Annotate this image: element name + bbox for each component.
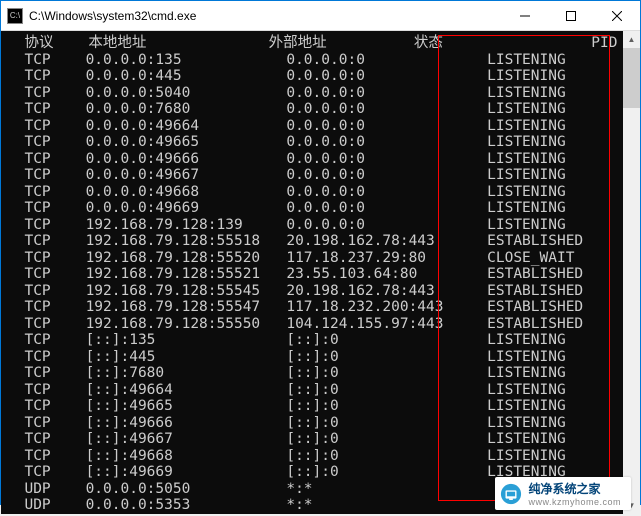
logo-icon <box>500 483 522 505</box>
watermark-title: 纯净系统之家 <box>528 480 621 497</box>
cmd-window: C:\ C:\Windows\system32\cmd.exe 协议 本地地址 … <box>0 0 641 505</box>
window-controls <box>502 1 640 31</box>
scroll-thumb[interactable] <box>623 48 640 108</box>
close-button[interactable] <box>594 1 640 31</box>
console-area: 协议 本地地址 外部地址 状态 PID TCP 0.0.0.0:135 0.0.… <box>1 31 640 514</box>
minimize-button[interactable] <box>502 1 548 31</box>
window-title: C:\Windows\system32\cmd.exe <box>29 9 502 23</box>
close-icon <box>612 11 622 21</box>
scroll-up-button[interactable]: ▲ <box>623 31 640 48</box>
titlebar[interactable]: C:\ C:\Windows\system32\cmd.exe <box>1 1 640 31</box>
maximize-icon <box>566 11 576 21</box>
minimize-icon <box>520 11 530 21</box>
console-output[interactable]: 协议 本地地址 外部地址 状态 PID TCP 0.0.0.0:135 0.0.… <box>1 31 623 514</box>
maximize-button[interactable] <box>548 1 594 31</box>
watermark: 纯净系统之家 www.kzmyhome.com <box>495 477 631 510</box>
cmd-icon: C:\ <box>7 8 23 24</box>
watermark-text: 纯净系统之家 www.kzmyhome.com <box>528 480 621 507</box>
vertical-scrollbar[interactable]: ▲ ▼ <box>623 31 640 514</box>
watermark-url: www.kzmyhome.com <box>528 497 621 507</box>
